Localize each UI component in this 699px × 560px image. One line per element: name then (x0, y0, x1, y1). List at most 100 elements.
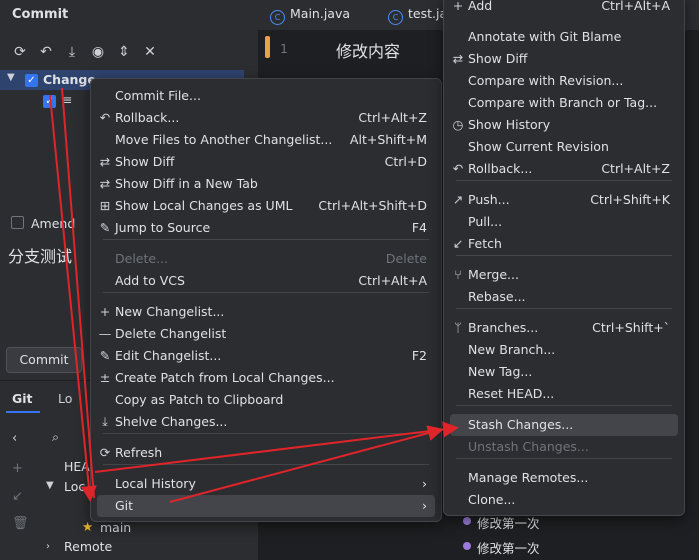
git-menu-item-branches[interactable]: ᛘ Branches... Ctrl+Shift+` (450, 317, 678, 339)
git-menu-item-rollback[interactable]: ↶ Rollback... Ctrl+Alt+Z (450, 158, 678, 180)
menu-item-create-patch-from-local-changes[interactable]: ± Create Patch from Local Changes... (97, 367, 435, 389)
branch-main[interactable]: main (100, 520, 131, 535)
menu-item-add-to-vcs[interactable]: Add to VCS Ctrl+Alt+A (97, 270, 435, 292)
git-menu-item-new-tag[interactable]: New Tag... (450, 361, 678, 383)
git-menu-item-manage-remotes[interactable]: Manage Remotes... (450, 467, 678, 489)
git-menu-item-clone[interactable]: Clone... (450, 489, 678, 511)
menu-item-delete-changelist[interactable]: — Delete Changelist (97, 323, 435, 345)
menu-separator (103, 292, 429, 293)
menu-item-label: Jump to Source (115, 220, 211, 235)
git-menu-item-merge[interactable]: ⑂ Merge... (450, 264, 678, 286)
menu-item-label: Unstash Changes... (468, 439, 589, 454)
amend-checkbox[interactable] (11, 216, 24, 229)
head-node[interactable]: HEA (64, 459, 90, 474)
menu-item-label: Git (115, 498, 134, 513)
menu-item-local-history[interactable]: Local History › (97, 473, 435, 495)
git-menu-item-show-current-revision[interactable]: Show Current Revision (450, 136, 678, 158)
tab-main-java[interactable]: C Main.java (270, 6, 350, 25)
menu-separator (103, 433, 429, 434)
menu-item-git[interactable]: Git › (97, 495, 435, 517)
menu-item-commit-file[interactable]: Commit File... (97, 85, 435, 107)
chevron-down-icon[interactable]: ▼ (7, 72, 15, 83)
menu-item-label: Merge... (468, 267, 519, 282)
git-menu-item-add[interactable]: + Add Ctrl+Alt+A (450, 0, 678, 17)
menu-item-move-files-to-another-changelist[interactable]: Move Files to Another Changelist... Alt+S… (97, 129, 435, 151)
change-marker[interactable] (265, 36, 270, 58)
menu-item-show-local-changes-as-uml[interactable]: ⊞ Show Local Changes as UML Ctrl+Alt+Shift… (97, 195, 435, 217)
menu-item-shortcut: Ctrl+Shift+K (590, 192, 670, 207)
menu-item-delete[interactable]: Delete... Delete (97, 248, 435, 270)
menu-item-label: Pull... (468, 214, 503, 229)
branch-icon: ᛘ (454, 320, 462, 335)
refresh-icon: ⟳ (99, 445, 111, 460)
pencil-icon: ✎ (99, 220, 111, 235)
menu-item-shortcut: Ctrl+Alt+Z (358, 110, 427, 125)
menu-item-show-diff-in-a-new-tab[interactable]: ⇄ Show Diff in a New Tab (97, 173, 435, 195)
eye-icon[interactable]: ◉ (90, 44, 106, 60)
local-branches-node[interactable]: Loc (64, 479, 85, 494)
git-menu-item-unstash-changes[interactable]: Unstash Changes... (450, 436, 678, 458)
menu-item-label: New Tag... (468, 364, 533, 379)
tab-log[interactable]: Lo (58, 391, 72, 406)
menu-item-copy-as-patch-to-clipboard[interactable]: Copy as Patch to Clipboard (97, 389, 435, 411)
changelist-checkbox[interactable]: ✓ (25, 74, 38, 87)
menu-item-jump-to-source[interactable]: ✎ Jump to Source F4 (97, 217, 435, 239)
menu-item-refresh[interactable]: ⟳ Refresh (97, 442, 435, 464)
git-menu-item-compare-with-branch-or-tag[interactable]: Compare with Branch or Tag... (450, 92, 678, 114)
git-submenu: + Add Ctrl+Alt+A Annotate with Git Blame ⇄ Sh… (443, 0, 685, 516)
menu-item-shortcut: Ctrl+D (384, 154, 427, 169)
plus-icon[interactable]: + (12, 461, 23, 476)
trash-icon[interactable]: 🗑 (12, 516, 29, 531)
git-menu-item-new-branch[interactable]: New Branch... (450, 339, 678, 361)
commit-button[interactable]: Commit (6, 347, 82, 373)
chevron-right-icon[interactable]: › (46, 541, 50, 552)
refresh-icon[interactable]: ⟳ (12, 44, 28, 60)
menu-item-edit-changelist[interactable]: ✎ Edit Changelist... F2 (97, 345, 435, 367)
chevron-right-icon: › (422, 498, 427, 513)
expand-icon[interactable]: ⇕ (116, 44, 132, 60)
git-menu-item-pull[interactable]: Pull... (450, 211, 678, 233)
uml-icon: ⊞ (99, 198, 111, 213)
push-icon: ↗ (452, 192, 464, 207)
chevron-down-icon[interactable]: ▼ (46, 480, 54, 491)
code-line[interactable]: 修改内容 (336, 38, 400, 62)
git-menu-item-compare-with-revision[interactable]: Compare with Revision... (450, 70, 678, 92)
tab-test-java[interactable]: Ctest.ja (388, 6, 447, 25)
menu-item-shelve-changes[interactable]: ⤓ Shelve Changes... (97, 411, 435, 433)
menu-item-label: Refresh (115, 445, 163, 460)
chevron-right-icon: › (422, 476, 427, 491)
menu-item-label: Show Current Revision (468, 139, 609, 154)
menu-item-label: Reset HEAD... (468, 386, 555, 401)
changes-context-menu: Commit File... ↶ Rollback... Ctrl+Alt+Z Move… (90, 78, 442, 522)
menu-item-show-diff[interactable]: ⇄ Show Diff Ctrl+D (97, 151, 435, 173)
menu-item-label: Show Local Changes as UML (115, 198, 293, 213)
rollback-icon: ↶ (99, 110, 111, 125)
git-menu-item-stash-changes[interactable]: Stash Changes... (450, 414, 678, 436)
menu-item-new-changelist[interactable]: + New Changelist... (97, 301, 435, 323)
git-menu-item-push[interactable]: ↗ Push... Ctrl+Shift+K (450, 189, 678, 211)
git-menu-item-rebase[interactable]: Rebase... (450, 286, 678, 308)
file-icon: ≡ (62, 92, 73, 107)
chevron-left-icon[interactable]: ‹ (12, 431, 17, 446)
git-menu-item-show-history[interactable]: ◷ Show History (450, 114, 678, 136)
rollback-icon: ↶ (452, 161, 464, 176)
remote-branches-node[interactable]: Remote (64, 539, 112, 554)
menu-item-label: Delete Changelist (115, 326, 227, 341)
update-icon[interactable]: ⤓ (64, 44, 80, 60)
menu-item-shortcut: Delete (385, 251, 427, 266)
arrow-icon[interactable]: ↙ (12, 489, 23, 504)
git-menu-item-reset-head[interactable]: Reset HEAD... (450, 383, 678, 405)
search-icon[interactable]: ⌕ (52, 429, 59, 445)
commit-message-field[interactable]: 分支测试 (8, 243, 72, 267)
git-menu-item-show-diff[interactable]: ⇄ Show Diff (450, 48, 678, 70)
git-menu-item-annotate-with-git-blame[interactable]: Annotate with Git Blame (450, 26, 678, 48)
menu-separator (456, 458, 672, 459)
collapse-icon[interactable]: ✕ (142, 44, 158, 60)
rollback-icon[interactable]: ↶ (38, 44, 54, 60)
menu-item-rollback[interactable]: ↶ Rollback... Ctrl+Alt+Z (97, 107, 435, 129)
commit-message[interactable]: 修改第一次 (477, 538, 540, 557)
menu-item-label: Rollback... (468, 161, 533, 176)
tab-git[interactable]: Git (12, 391, 33, 406)
git-menu-item-fetch[interactable]: ↙ Fetch (450, 233, 678, 255)
file-checkbox[interactable]: ✓ (43, 95, 56, 108)
